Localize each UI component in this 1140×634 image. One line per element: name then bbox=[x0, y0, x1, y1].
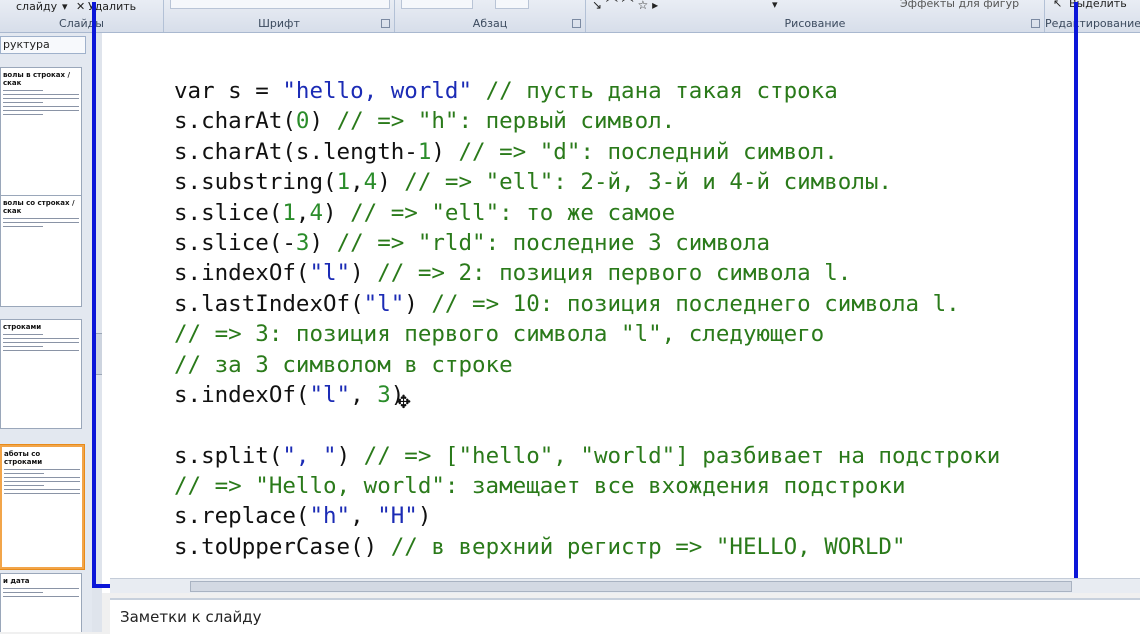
code-token: ) bbox=[431, 138, 459, 165]
code-token: ) bbox=[350, 260, 378, 287]
code-token: ", " bbox=[282, 442, 337, 469]
code-token: // => "d": последний символ. bbox=[458, 138, 838, 165]
code-line: s.toUpperCase() // в верхний регистр => … bbox=[174, 532, 1000, 562]
code-token: ) bbox=[417, 503, 432, 530]
code-token: // => ["hello", "world"] разбивает на по… bbox=[363, 442, 1001, 469]
code-line: s.slice(1,4) // => "ell": то же самое bbox=[174, 198, 1000, 228]
code-token: 1 bbox=[282, 199, 296, 226]
code-token: // => 10: позиция последнего символа l. bbox=[431, 290, 960, 317]
code-token: 4 bbox=[309, 199, 324, 226]
code-line: s.indexOf("l") // => 2: позиция первого … bbox=[174, 258, 1000, 288]
code-token: s.substring( bbox=[174, 169, 337, 196]
code-token: ) bbox=[323, 199, 351, 226]
slide-button[interactable]: слайду bbox=[16, 0, 57, 13]
code-token: 1 bbox=[417, 138, 432, 165]
move-cursor-icon: ✥ bbox=[396, 392, 412, 413]
code-token: // пусть дана такая строка bbox=[472, 78, 838, 104]
code-token: s.slice(- bbox=[174, 229, 296, 256]
code-token: "H" bbox=[377, 503, 418, 530]
code-token: // => "Hello, world": замещает все вхожд… bbox=[174, 473, 906, 500]
code-token: // => 3: позиция первого символа "l", сл… bbox=[174, 321, 825, 348]
code-token: s.split( bbox=[174, 442, 283, 469]
chevron-down-icon[interactable]: ▾ bbox=[62, 0, 68, 13]
notes-placeholder: Заметки к слайду bbox=[120, 608, 262, 626]
code-token: s.charAt(s.length- bbox=[174, 138, 418, 165]
slide-thumbnail[interactable]: волы со строках / скак bbox=[0, 195, 82, 307]
delete-icon: ✕ bbox=[76, 0, 86, 13]
code-token: // в верхний регистр => "HELLO, WORLD" bbox=[390, 533, 906, 560]
code-token: 3 bbox=[295, 229, 310, 256]
code-token: , bbox=[350, 381, 378, 408]
code-token: "l" bbox=[363, 290, 405, 317]
code-token: , bbox=[295, 199, 310, 226]
code-token: // => "ell": то же самое bbox=[350, 199, 676, 226]
code-line: // за 3 символом в строке bbox=[174, 350, 1000, 380]
slide-thumbnail-selected[interactable]: аботы со строками bbox=[0, 445, 84, 569]
code-token: 1 bbox=[336, 169, 351, 196]
slide-thumbnail[interactable]: и дата bbox=[0, 573, 82, 632]
code-line: s.slice(-3) // => "rld": последние 3 сим… bbox=[174, 228, 1000, 258]
code-line: var s = "hello, world" // пусть дана так… bbox=[174, 76, 1000, 106]
code-token: s.slice( bbox=[174, 199, 283, 226]
code-token: "l" bbox=[309, 381, 351, 408]
code-token: s.lastIndexOf( bbox=[174, 290, 364, 317]
slide-thumbnail[interactable]: строками bbox=[0, 319, 82, 429]
code-token: 4 bbox=[363, 169, 378, 196]
slides-panel: руктура волы в строках / скак волы со ст… bbox=[0, 33, 92, 632]
code-token: ) bbox=[309, 229, 337, 256]
code-token: , bbox=[350, 503, 378, 530]
code-token: ) bbox=[377, 169, 405, 196]
code-token: // => 2: позиция первого символа l. bbox=[377, 260, 852, 287]
code-line: s.substring(1,4) // => "ell": 2-й, 3-й и… bbox=[174, 167, 1000, 197]
code-line: s.indexOf("l", 3) bbox=[174, 380, 1000, 410]
code-token: // за 3 символом в строке bbox=[174, 351, 513, 378]
code-token: ) bbox=[309, 108, 337, 135]
code-token: var s = bbox=[174, 78, 283, 104]
code-token: ) bbox=[336, 442, 364, 469]
code-token: ) bbox=[404, 290, 432, 317]
code-token: s.toUpperCase() bbox=[174, 533, 391, 560]
code-token: "hello, world" bbox=[282, 78, 473, 104]
code-token: 3 bbox=[377, 381, 391, 408]
code-token: s.indexOf( bbox=[174, 381, 310, 408]
code-line: s.charAt(0) // => "h": первый символ. bbox=[174, 106, 1000, 136]
code-line: // => 3: позиция первого символа "l", сл… bbox=[174, 319, 1000, 349]
code-token: // => "ell": 2-й, 3-й и 4-й символы. bbox=[404, 169, 892, 196]
code-line: // => "Hello, world": замещает все вхожд… bbox=[174, 471, 1000, 501]
code-token: // => "h": первый символ. bbox=[336, 108, 676, 135]
code-token: , bbox=[350, 169, 364, 196]
tab-outline[interactable]: руктура bbox=[0, 36, 86, 54]
code-line: s.replace("h", "H") bbox=[174, 501, 1000, 531]
code-token: "l" bbox=[309, 260, 351, 287]
code-token: s.charAt( bbox=[174, 108, 296, 135]
code-token: // => "rld": последние 3 символа bbox=[336, 229, 771, 256]
code-line: s.charAt(s.length-1) // => "d": последни… bbox=[174, 137, 1000, 167]
code-token: 0 bbox=[295, 108, 310, 135]
code-token: "h" bbox=[309, 503, 351, 530]
code-line: s.split(", ") // => ["hello", "world"] р… bbox=[174, 441, 1000, 471]
code-token: s.indexOf( bbox=[174, 260, 310, 287]
slide-notes[interactable]: Заметки к слайду bbox=[110, 598, 1140, 634]
code-token: s.replace( bbox=[174, 503, 310, 530]
code-line: s.lastIndexOf("l") // => 10: позиция пос… bbox=[174, 289, 1000, 319]
horizontal-scrollbar[interactable] bbox=[110, 578, 1140, 593]
scrollbar-thumb[interactable] bbox=[190, 581, 1072, 592]
code-block[interactable]: var s = "hello, world" // пусть дана так… bbox=[174, 76, 1000, 562]
